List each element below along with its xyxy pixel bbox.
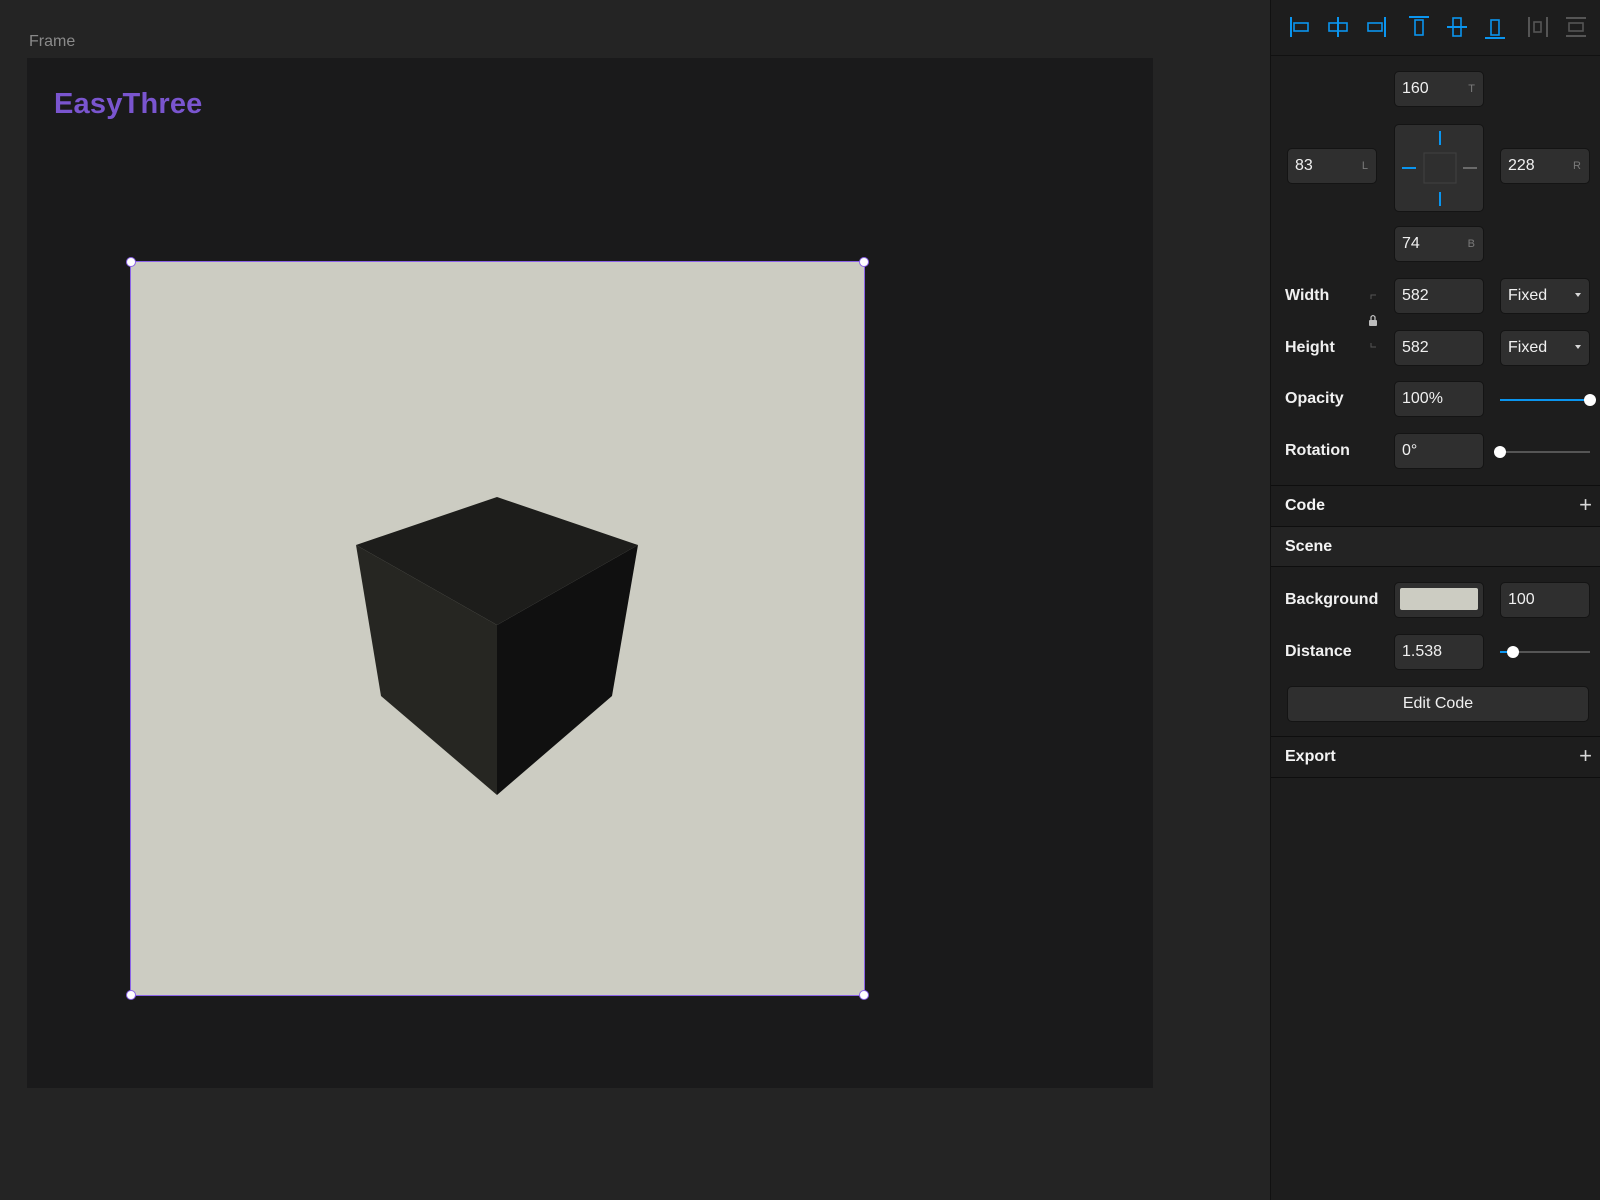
alignment-toolbar: [1271, 0, 1600, 56]
constraint-widget[interactable]: [1394, 124, 1484, 212]
background-color-chip: [1400, 588, 1478, 610]
top-offset-value: 160: [1402, 80, 1429, 97]
background-alpha-input[interactable]: 100: [1500, 582, 1590, 618]
scene-section-header: Scene: [1271, 526, 1600, 566]
opacity-slider[interactable]: [1500, 394, 1596, 406]
height-mode-select[interactable]: Fixed: [1500, 330, 1590, 366]
height-mode-value: Fixed: [1508, 339, 1548, 356]
width-label: Width: [1285, 287, 1330, 304]
chevron-down-icon: [1575, 345, 1581, 349]
resize-handle-bottom-right[interactable]: [859, 990, 869, 1000]
left-offset-input[interactable]: 83 L: [1287, 148, 1377, 184]
align-vertical-center-icon[interactable]: [1444, 13, 1470, 41]
right-offset-value: 228: [1508, 157, 1535, 174]
align-top-icon[interactable]: [1406, 13, 1432, 41]
rotation-label: Rotation: [1285, 442, 1350, 459]
edit-code-button[interactable]: Edit Code: [1287, 686, 1589, 722]
properties-panel: 160 T 83 L 228 R 74 B Width 582 Fixed He…: [1270, 0, 1600, 1200]
height-label: Height: [1285, 339, 1335, 356]
resize-handle-bottom-left[interactable]: [126, 990, 136, 1000]
resize-handle-top-left[interactable]: [126, 257, 136, 267]
rotation-slider[interactable]: [1494, 446, 1590, 458]
add-export-icon[interactable]: +: [1579, 745, 1592, 767]
brand-title: EasyThree: [54, 88, 203, 120]
background-color-swatch[interactable]: [1394, 582, 1484, 618]
right-offset-suffix: R: [1573, 160, 1581, 172]
bottom-offset-input[interactable]: 74 B: [1394, 226, 1484, 262]
left-offset-value: 83: [1295, 157, 1313, 174]
align-bottom-icon[interactable]: [1482, 13, 1508, 41]
background-label: Background: [1285, 591, 1379, 608]
width-input[interactable]: 582: [1394, 278, 1484, 314]
distribute-horizontal-icon[interactable]: [1525, 13, 1551, 41]
rotation-input[interactable]: 0°: [1394, 433, 1484, 469]
top-offset-suffix: T: [1468, 83, 1475, 95]
code-section-title: Code: [1285, 497, 1325, 514]
distance-slider[interactable]: [1500, 646, 1590, 658]
align-left-icon[interactable]: [1287, 13, 1313, 41]
export-section-title: Export: [1285, 748, 1336, 765]
width-mode-value: Fixed: [1508, 287, 1548, 304]
opacity-input[interactable]: 100%: [1394, 381, 1484, 417]
aspect-lock-icon[interactable]: [1367, 293, 1379, 349]
width-mode-select[interactable]: Fixed: [1500, 278, 1590, 314]
cube-render: [356, 497, 638, 795]
scene-section-title: Scene: [1285, 538, 1333, 555]
left-offset-suffix: L: [1361, 160, 1368, 172]
bottom-offset-suffix: B: [1467, 238, 1475, 250]
export-section-header[interactable]: Export +: [1271, 736, 1600, 778]
distance-label: Distance: [1285, 643, 1352, 660]
add-code-icon[interactable]: +: [1579, 494, 1592, 516]
align-right-icon[interactable]: [1363, 13, 1389, 41]
resize-handle-top-right[interactable]: [859, 257, 869, 267]
code-section-header[interactable]: Code +: [1271, 485, 1600, 525]
bottom-offset-value: 74: [1402, 235, 1420, 252]
right-offset-input[interactable]: 228 R: [1500, 148, 1590, 184]
height-input[interactable]: 582: [1394, 330, 1484, 366]
align-horizontal-center-icon[interactable]: [1325, 13, 1351, 41]
distribute-vertical-icon[interactable]: [1563, 13, 1589, 41]
top-offset-input[interactable]: 160 T: [1394, 71, 1484, 107]
distance-input[interactable]: 1.538: [1394, 634, 1484, 670]
scene-layer[interactable]: [130, 261, 865, 996]
opacity-label: Opacity: [1285, 390, 1344, 407]
chevron-down-icon: [1575, 293, 1581, 297]
frame-label: Frame: [29, 33, 76, 50]
